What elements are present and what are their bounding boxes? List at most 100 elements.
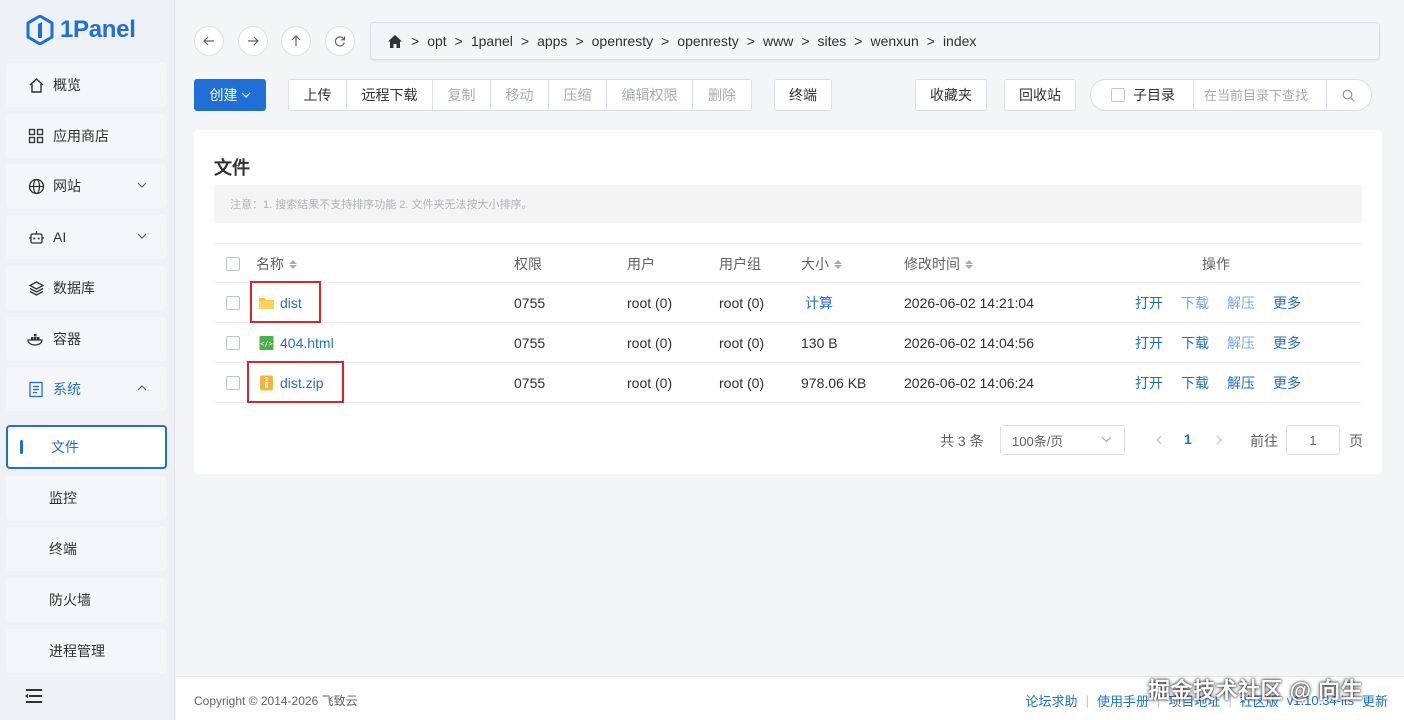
manual-link[interactable]: 使用手册	[1097, 691, 1149, 710]
edit-permissions-button[interactable]: 编辑权限	[607, 80, 693, 110]
row-checkbox[interactable]	[226, 323, 240, 363]
favorites-button[interactable]: 收藏夹	[915, 79, 987, 111]
extract-action[interactable]: 解压	[1227, 373, 1255, 393]
modified-time-cell: 2026-06-02 14:21:04	[904, 295, 1034, 311]
column-header-user: 用户	[627, 256, 655, 272]
column-header-size[interactable]: 大小	[801, 244, 842, 284]
breadcrumb-item[interactable]: sites	[818, 33, 847, 49]
file-name-link[interactable]: </> 404.html	[258, 335, 334, 351]
prev-page-button[interactable]	[1152, 432, 1166, 448]
recycle-bin-button[interactable]: 回收站	[1004, 79, 1076, 111]
download-action[interactable]: 下载	[1181, 293, 1209, 313]
sidebar-item-system[interactable]: 系统	[6, 367, 167, 411]
create-button[interactable]: 创建	[194, 79, 266, 111]
notice-alert: 注意：1. 搜索结果不支持排序功能 2. 文件夹无法按大小排序。	[214, 185, 1362, 223]
subdir-checkbox[interactable]: 子目录	[1091, 80, 1194, 110]
pagination: 共 3 条 100条/页 1 前往 页	[194, 425, 1382, 457]
row-checkbox[interactable]	[226, 363, 240, 403]
back-button[interactable]	[194, 26, 224, 56]
open-action[interactable]: 打开	[1135, 293, 1163, 313]
highlight-box	[247, 361, 344, 403]
column-header-modified[interactable]: 修改时间	[904, 244, 973, 284]
sidebar-item-container[interactable]: 容器	[6, 317, 167, 361]
group-cell: root (0)	[719, 335, 765, 351]
download-action[interactable]: 下载	[1181, 333, 1209, 353]
forward-button[interactable]	[238, 26, 268, 56]
breadcrumb-item[interactable]: openresty	[592, 33, 653, 49]
breadcrumb-item[interactable]: index	[943, 33, 976, 49]
breadcrumb-item[interactable]: wenxun	[870, 33, 918, 49]
footer-divider: |	[1085, 693, 1089, 708]
breadcrumb-item[interactable]: www	[763, 33, 793, 49]
row-checkbox[interactable]	[226, 283, 240, 323]
more-action[interactable]: 更多	[1273, 333, 1301, 353]
sidebar-subitem-files[interactable]: 文件	[6, 425, 167, 469]
chevron-up-icon	[137, 383, 147, 393]
breadcrumb-item[interactable]: openresty	[677, 33, 738, 49]
breadcrumb-item[interactable]: opt	[427, 33, 446, 49]
sidebar-subitem-firewall[interactable]: 防火墙	[6, 578, 167, 622]
sidebar-subitem-monitor[interactable]: 监控	[6, 476, 167, 520]
subdir-label: 子目录	[1133, 87, 1175, 103]
sidebar-subitem-process[interactable]: 进程管理	[6, 629, 167, 673]
page-size-select[interactable]: 100条/页	[1000, 425, 1125, 455]
breadcrumb-list: > opt >1panel > apps > openresty > openresty > www…	[403, 33, 976, 49]
select-all-checkbox[interactable]	[226, 244, 240, 284]
header-label: 大小	[801, 256, 829, 272]
search-button[interactable]	[1326, 80, 1370, 110]
more-action[interactable]: 更多	[1273, 293, 1301, 313]
logo[interactable]: 1Panel	[26, 12, 136, 48]
breadcrumb-item[interactable]: 1panel	[471, 33, 513, 49]
home-icon	[27, 76, 45, 94]
sidebar-item-database[interactable]: 数据库	[6, 266, 167, 310]
more-action[interactable]: 更多	[1273, 373, 1301, 393]
up-directory-button[interactable]	[281, 26, 311, 56]
open-action[interactable]: 打开	[1135, 333, 1163, 353]
row-actions: 打开 下载 解压 更多	[1135, 363, 1301, 403]
permission-cell: 0755	[514, 295, 546, 311]
group-cell: root (0)	[719, 375, 765, 391]
goto-page-input[interactable]	[1286, 425, 1340, 455]
terminal-button[interactable]: 终端	[774, 79, 832, 111]
modified-time-cell: 2026-06-02 14:04:56	[904, 335, 1034, 351]
upload-button[interactable]: 上传	[289, 80, 347, 110]
active-indicator	[20, 440, 23, 454]
next-page-button[interactable]	[1212, 432, 1226, 448]
search-input[interactable]	[1194, 80, 1326, 110]
file-action-group: 上传 远程下载 复制 移动 压缩 编辑权限 删除	[288, 79, 752, 111]
download-action[interactable]: 下载	[1181, 373, 1209, 393]
size-cell: 978.06 KB	[801, 375, 867, 391]
sidebar-subitem-terminal[interactable]: 终端	[6, 527, 167, 571]
move-button[interactable]: 移动	[491, 80, 549, 110]
sidebar-subitem-label: 终端	[49, 541, 77, 557]
refresh-button[interactable]	[325, 26, 355, 56]
extract-action[interactable]: 解压	[1227, 333, 1255, 353]
group-cell: root (0)	[719, 295, 765, 311]
calculate-size-link[interactable]: 计算	[805, 283, 833, 323]
forum-link[interactable]: 论坛求助	[1026, 691, 1078, 710]
page-number-current[interactable]: 1	[1184, 431, 1192, 447]
arrow-left-icon	[203, 36, 214, 46]
update-link[interactable]: 更新	[1362, 691, 1388, 710]
file-toolbar: 创建 上传 远程下载 复制 移动 压缩 编辑权限 删除 终端 收藏夹 回收站 子…	[194, 78, 1384, 112]
compress-button[interactable]: 压缩	[549, 80, 607, 110]
sidebar-item-overview[interactable]: 概览	[6, 63, 167, 107]
sidebar-item-app-store[interactable]: 应用商店	[6, 114, 167, 158]
create-button-label: 创建	[209, 87, 238, 103]
permission-cell: 0755	[514, 335, 546, 351]
open-action[interactable]: 打开	[1135, 373, 1163, 393]
page-unit-label: 页	[1349, 433, 1363, 449]
sidebar-item-website[interactable]: 网站	[6, 164, 167, 208]
sort-icon	[289, 259, 297, 269]
sidebar-item-ai[interactable]: AI	[6, 215, 167, 259]
chevron-left-icon	[1156, 435, 1162, 445]
remote-download-button[interactable]: 远程下载	[347, 80, 433, 110]
breadcrumb-item[interactable]: apps	[537, 33, 567, 49]
delete-button[interactable]: 删除	[693, 80, 751, 110]
collapse-menu-icon[interactable]	[24, 688, 44, 706]
column-header-name[interactable]: 名称	[256, 244, 297, 284]
extract-action[interactable]: 解压	[1227, 293, 1255, 313]
home-icon[interactable]	[387, 34, 403, 49]
copy-button[interactable]: 复制	[433, 80, 491, 110]
breadcrumb-separator: >	[926, 33, 935, 49]
